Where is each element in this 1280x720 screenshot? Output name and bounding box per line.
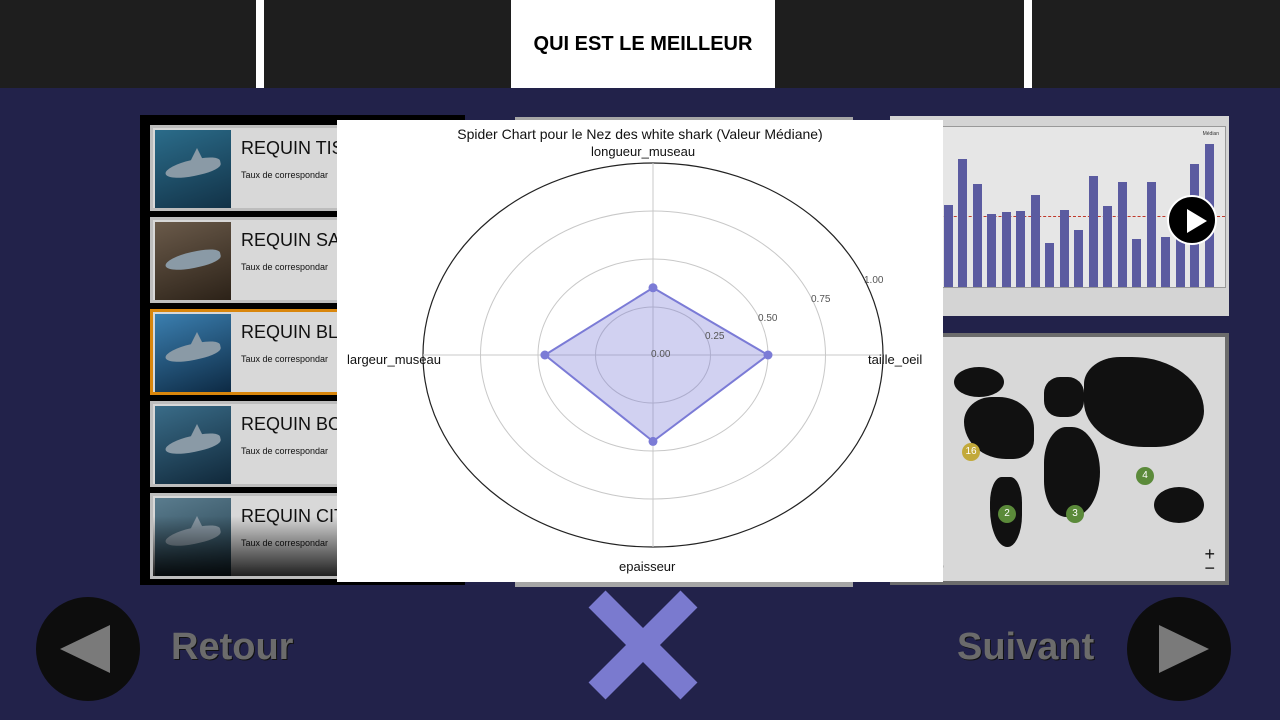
close-button[interactable] bbox=[584, 586, 702, 704]
next-button[interactable] bbox=[1127, 597, 1231, 701]
play-icon bbox=[1187, 209, 1207, 233]
zoom-out-icon[interactable]: − bbox=[1204, 559, 1215, 577]
bar-chart-bar bbox=[958, 159, 967, 287]
map-marker[interactable]: 3 bbox=[1066, 505, 1084, 523]
bar-chart-bar bbox=[1132, 239, 1141, 287]
bar-chart-bar bbox=[1001, 212, 1011, 287]
radial-tick: 0.75 bbox=[811, 294, 831, 305]
continent-australia bbox=[1154, 487, 1204, 523]
item-subtitle: Taux de correspondar bbox=[241, 170, 329, 180]
radial-tick: 0.00 bbox=[651, 349, 671, 360]
bar-legend: Médian bbox=[1202, 131, 1219, 137]
item-subtitle: Taux de correspondar bbox=[241, 262, 329, 272]
item-title: REQUIN CIT bbox=[241, 506, 346, 526]
bar-chart-bar bbox=[972, 184, 982, 287]
play-button[interactable] bbox=[1167, 195, 1217, 245]
spider-chart bbox=[422, 162, 884, 548]
radial-tick: 1.00 bbox=[864, 275, 884, 286]
radar-data-area bbox=[543, 286, 770, 443]
bar-chart-bar bbox=[1016, 211, 1025, 287]
axis-label-largeur-museau: largeur_museau bbox=[347, 352, 441, 367]
radar-data-point bbox=[540, 350, 550, 360]
item-title: REQUIN SA bbox=[241, 230, 341, 250]
axis-label-longueur-museau: longueur_museau bbox=[591, 144, 696, 159]
tab-qui-est-le-meilleur[interactable]: QUI EST LE MEILLEUR bbox=[511, 0, 775, 88]
shark-thumbnail bbox=[155, 406, 231, 484]
radar-data-point bbox=[648, 283, 658, 293]
continent-africa bbox=[1044, 427, 1100, 517]
tab-2[interactable] bbox=[264, 0, 511, 88]
bar-chart-bar bbox=[1074, 230, 1083, 287]
bar-chart-bar bbox=[1146, 182, 1156, 287]
arrow-left-icon bbox=[60, 625, 110, 673]
shark-thumbnail bbox=[155, 314, 231, 392]
map-zoom-controls[interactable]: + − bbox=[1204, 545, 1215, 577]
continent-asia bbox=[1084, 357, 1204, 447]
bar-chart-bar bbox=[1059, 210, 1069, 287]
shark-thumbnail bbox=[155, 222, 231, 300]
world-map[interactable]: 16 2 3 4 0 + − bbox=[894, 337, 1225, 581]
tab-5[interactable] bbox=[1032, 0, 1280, 88]
spider-chart-popup: Spider Chart pour le Nez des white shark… bbox=[337, 120, 943, 582]
top-bar: QUI EST LE MEILLEUR bbox=[0, 0, 1280, 88]
item-subtitle: Taux de correspondar bbox=[241, 354, 329, 364]
bar-chart-bar bbox=[1030, 195, 1040, 287]
item-title: REQUIN BL bbox=[241, 322, 339, 342]
bar-chart-bar bbox=[1088, 176, 1098, 287]
continent-europe bbox=[1044, 377, 1084, 417]
next-label[interactable]: Suivant bbox=[957, 626, 1094, 669]
continent-greenland bbox=[954, 367, 1004, 397]
back-button[interactable] bbox=[36, 597, 140, 701]
map-marker[interactable]: 16 bbox=[962, 443, 980, 461]
shark-thumbnail bbox=[155, 130, 231, 208]
tab-label: QUI EST LE MEILLEUR bbox=[533, 32, 753, 55]
bar-chart-bar bbox=[1103, 206, 1112, 287]
item-subtitle: Taux de correspondar bbox=[241, 446, 329, 456]
tab-separator bbox=[1024, 0, 1032, 88]
bar-chart-bar bbox=[987, 214, 996, 287]
item-subtitle: Taux de correspondar bbox=[241, 538, 329, 548]
shark-thumbnail bbox=[155, 498, 231, 576]
radial-tick: 0.50 bbox=[758, 313, 778, 324]
bar-chart-bar bbox=[1045, 243, 1054, 287]
tab-4[interactable] bbox=[775, 0, 1024, 88]
item-title: REQUIN TIS bbox=[241, 138, 344, 158]
bar-chart-bar bbox=[943, 205, 953, 287]
map-marker[interactable]: 4 bbox=[1136, 467, 1154, 485]
arrow-right-icon bbox=[1159, 625, 1209, 673]
axis-label-taille-oeil: taille_oeil bbox=[868, 352, 923, 367]
radar-data-point bbox=[648, 436, 658, 446]
bar-chart-bar bbox=[1161, 237, 1170, 287]
radar-data-point bbox=[763, 350, 773, 360]
back-label[interactable]: Retour bbox=[171, 626, 293, 669]
chart-title: Spider Chart pour le Nez des white shark… bbox=[457, 126, 823, 142]
bar-chart-bar bbox=[1117, 182, 1127, 287]
tab-1[interactable] bbox=[0, 0, 256, 88]
radial-tick: 0.25 bbox=[705, 331, 725, 342]
tab-separator bbox=[256, 0, 264, 88]
axis-label-epaisseur: epaisseur bbox=[619, 559, 676, 574]
map-marker[interactable]: 2 bbox=[998, 505, 1016, 523]
